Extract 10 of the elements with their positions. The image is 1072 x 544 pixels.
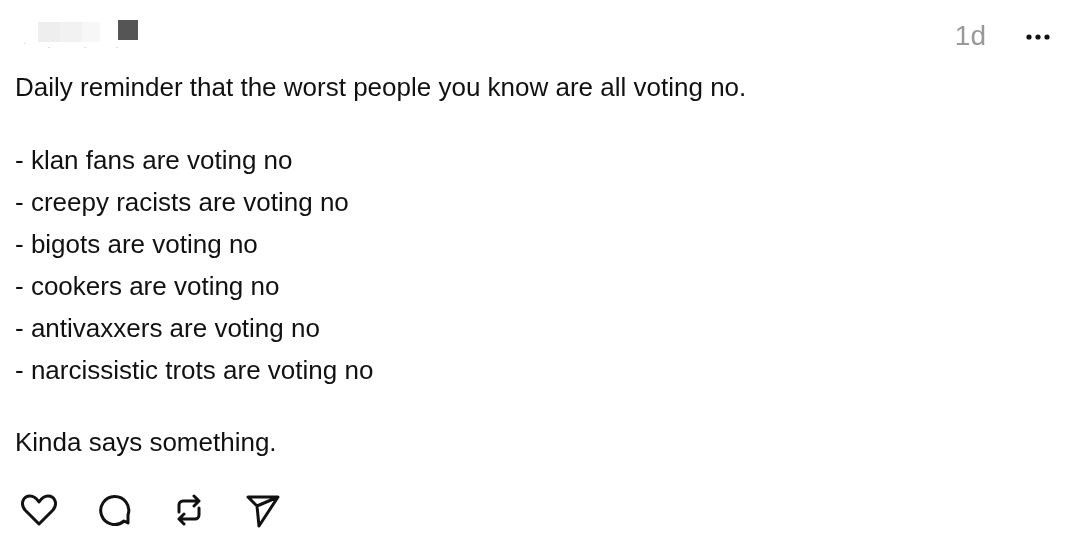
post-time: 1d xyxy=(954,20,986,52)
more-icon[interactable] xyxy=(1026,34,1050,40)
list-item: - antivaxxers are voting no xyxy=(15,312,321,345)
list-item: - klan fans are voting no xyxy=(15,144,294,177)
list-item: - cookers are voting no xyxy=(15,270,281,303)
list-item: - bigots are voting no xyxy=(15,228,259,261)
post-text: Kinda says something. xyxy=(15,426,278,459)
post-text: Daily reminder that the worst people you know are all voting no. xyxy=(15,71,748,104)
list-item: - creepy racists are voting no xyxy=(15,186,350,219)
list-item: - narcissistic trots are voting no xyxy=(15,354,375,387)
